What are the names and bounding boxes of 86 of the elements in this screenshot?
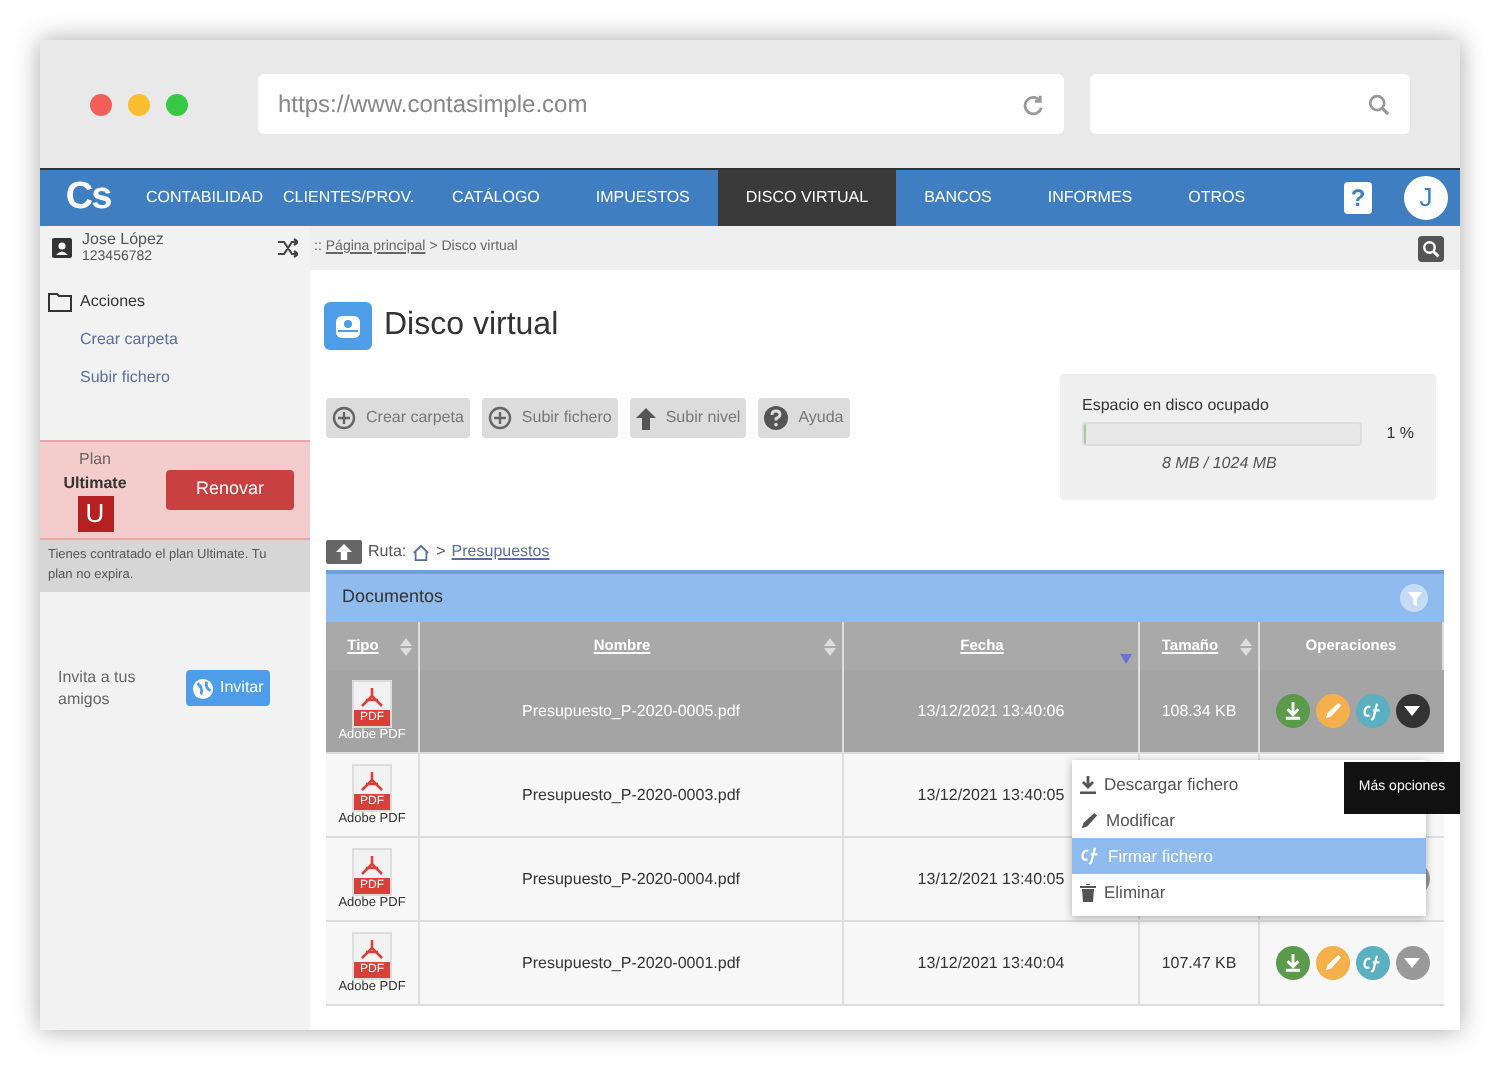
pencil-icon (1323, 702, 1341, 720)
signature-icon (1362, 701, 1382, 721)
more-options-button[interactable] (1395, 694, 1429, 728)
plan-name: Ultimate (63, 472, 127, 496)
download-icon (1283, 954, 1301, 972)
invite-text: Invita a tus amigos (58, 666, 138, 710)
file-name: Presupuesto_P-2020-0003.pdf (522, 783, 740, 807)
hard-drive-icon (334, 313, 362, 339)
browser-search-field[interactable] (1090, 74, 1410, 134)
signature-icon (1080, 846, 1100, 866)
path-separator: > (436, 540, 446, 564)
up-level-button[interactable] (326, 540, 362, 564)
download-icon (1283, 702, 1301, 720)
caret-down-icon (1404, 706, 1420, 716)
menu-item[interactable]: Eliminar (1072, 874, 1426, 910)
toolbar-button[interactable]: Subir nivel (629, 398, 747, 438)
file-date: 13/12/2021 13:40:04 (917, 951, 1065, 975)
search-icon (1368, 93, 1390, 115)
trash-icon (1080, 883, 1096, 901)
edit-button[interactable] (1315, 946, 1349, 980)
shuffle-icon[interactable] (278, 238, 298, 258)
plan-label: Plan (78, 448, 111, 472)
path-label: Ruta: (368, 540, 407, 564)
pencil-icon (1080, 811, 1098, 829)
invite-button[interactable]: Invitar (186, 670, 270, 706)
file-size: 108.34 KB (1161, 699, 1237, 723)
sidebar-link[interactable]: Subir fichero (40, 366, 170, 390)
signature-icon (1362, 953, 1382, 973)
filter-button[interactable] (1400, 584, 1428, 612)
file-date: 13/12/2021 13:40:05 (917, 783, 1065, 807)
toolbar-button[interactable]: Crear carpeta (326, 398, 470, 438)
disk-usage-amount: 8 MB / 1024 MB (1162, 452, 1279, 476)
actions-heading: Acciones (80, 290, 145, 314)
nav-tab[interactable]: DISCO VIRTUAL (717, 170, 897, 226)
page-title: Disco virtual (384, 306, 559, 346)
nav-tab[interactable]: INFORMES (1019, 170, 1161, 226)
address-bar[interactable]: https://www.contasimple.com (258, 74, 1065, 134)
disk-usage-percent: 1 % (1386, 422, 1414, 446)
nav-tab[interactable]: CONTABILIDAD (136, 170, 274, 226)
nav-tab[interactable]: IMPUESTOS (567, 170, 718, 226)
acrobat-icon (360, 855, 384, 875)
pencil-icon (1323, 954, 1341, 972)
up-arrow-icon (635, 407, 656, 429)
file-name: Presupuesto_P-2020-0004.pdf (522, 867, 740, 891)
acrobat-icon (360, 687, 384, 707)
up-arrow-icon (336, 544, 352, 560)
user-avatar[interactable]: J (1402, 174, 1450, 222)
panel-title: Documentos (342, 584, 446, 611)
help-icon (764, 406, 789, 430)
toolbar-button[interactable]: Ayuda (758, 398, 850, 438)
file-date: 13/12/2021 13:40:06 (917, 699, 1065, 723)
reload-icon[interactable] (1022, 93, 1045, 115)
renew-button[interactable]: Renovar (166, 470, 294, 510)
nav-tab[interactable]: CATÁLOGO (424, 170, 568, 226)
file-size: 107.47 KB (1161, 951, 1237, 975)
search-button[interactable] (1418, 235, 1444, 261)
sidebar-link[interactable]: Crear carpeta (40, 328, 178, 352)
nav-tab[interactable]: BANCOS (896, 170, 1020, 226)
user-card-icon (52, 238, 72, 258)
disk-usage-title: Espacio en disco ocupado (1082, 394, 1271, 418)
download-icon (1080, 775, 1096, 793)
file-name: Presupuesto_P-2020-0001.pdf (522, 951, 740, 975)
search-icon (1422, 239, 1440, 257)
user-name: Jose López (82, 230, 166, 248)
globe-icon (192, 677, 214, 699)
help-button[interactable]: ? (1344, 182, 1372, 214)
file-date: 13/12/2021 13:40:05 (917, 867, 1065, 891)
nav-tab[interactable]: CLIENTES/PROV. (273, 170, 425, 226)
plan-badge: U (77, 496, 113, 532)
acrobat-icon (360, 771, 384, 791)
sign-button[interactable] (1355, 946, 1389, 980)
file-name: Presupuesto_P-2020-0005.pdf (522, 699, 740, 723)
filter-icon (1407, 591, 1421, 605)
folder-icon (48, 292, 72, 312)
home-icon[interactable] (412, 543, 431, 561)
nav-tab[interactable]: OTROS (1160, 170, 1274, 226)
path-folder-link[interactable]: Presupuestos (451, 540, 550, 564)
plus-circle-icon (332, 406, 356, 430)
toolbar-button[interactable]: Subir fichero (481, 398, 618, 438)
edit-button[interactable] (1315, 694, 1349, 728)
download-button[interactable] (1275, 946, 1309, 980)
acrobat-icon (360, 939, 384, 959)
plus-circle-icon (487, 406, 512, 430)
logo[interactable]: Cs (40, 169, 136, 227)
download-button[interactable] (1275, 694, 1309, 728)
caret-down-icon (1404, 958, 1420, 968)
